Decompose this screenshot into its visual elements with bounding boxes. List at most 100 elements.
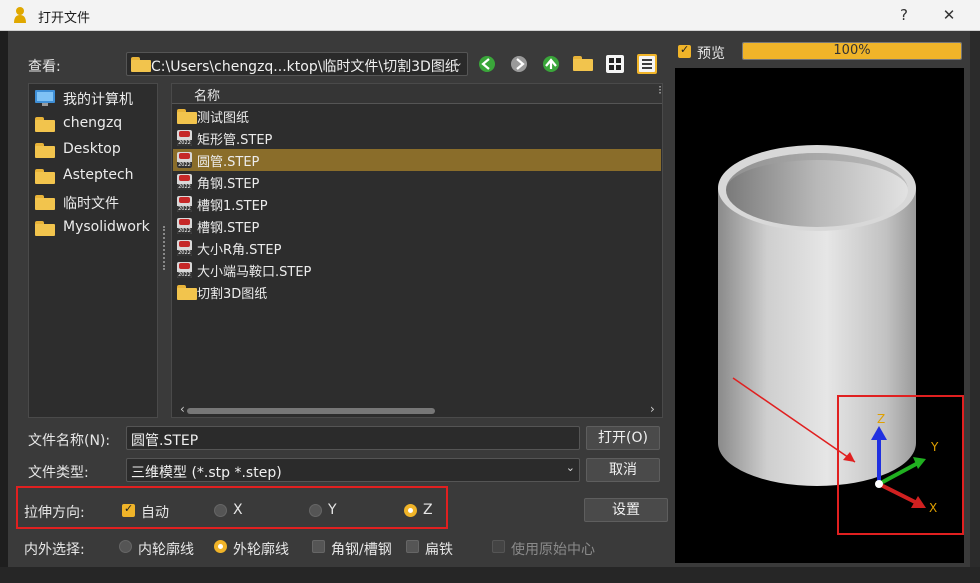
preview-viewport[interactable]: Z Y X (675, 68, 964, 563)
radio-outer[interactable] (214, 540, 227, 553)
radio-inner[interactable] (119, 540, 132, 553)
file-name: 角钢.STEP (197, 177, 260, 192)
file-name: 大小R角.STEP (197, 243, 282, 258)
origin-checkbox[interactable] (492, 540, 505, 553)
flat-checkbox[interactable] (406, 540, 419, 553)
sidebar-item-label: 临时文件 (63, 196, 119, 212)
scroll-left-icon[interactable]: ‹ (180, 402, 185, 416)
column-resize-handle[interactable]: ⁝ (658, 83, 662, 97)
inout-label: 内外选择: (24, 542, 85, 558)
list-item[interactable]: 2022 大小端马鞍口.STEP (173, 259, 661, 281)
radio-x[interactable] (214, 504, 227, 517)
icon-view-icon[interactable] (605, 54, 625, 74)
flat-label: 扁铁 (425, 542, 453, 558)
radio-y[interactable] (309, 504, 322, 517)
file-name: 槽钢.STEP (197, 221, 260, 236)
help-button[interactable]: ? (890, 4, 918, 26)
chevron-down-icon: ⌄ (453, 56, 463, 69)
new-folder-icon[interactable] (573, 56, 593, 76)
list-item[interactable]: 测试图纸 (173, 105, 661, 127)
folder-icon (35, 117, 55, 132)
filetype-label: 文件类型: (28, 465, 89, 481)
folder-icon (35, 169, 55, 184)
list-item-selected[interactable]: 2022 圆管.STEP (173, 149, 661, 171)
up-icon[interactable] (541, 54, 561, 74)
file-name: 圆管.STEP (197, 155, 260, 170)
radio-x-label: X (233, 502, 243, 518)
back-icon[interactable] (477, 54, 497, 74)
sidebar-item-mysolidwork[interactable]: Mysolidwork (33, 217, 155, 241)
sidebar-item-temp[interactable]: 临时文件 (33, 191, 155, 215)
lookin-combo[interactable]: C:\Users\chengzq...ktop\临时文件\切割3D图纸 ⌄ (126, 52, 468, 76)
computer-icon (35, 90, 55, 106)
step-file-icon: 2022 (177, 196, 192, 212)
folder-icon (35, 195, 55, 210)
horizontal-scrollbar[interactable] (187, 408, 435, 414)
list-item[interactable]: 2022 角钢.STEP (173, 171, 661, 193)
cancel-button[interactable]: 取消 (586, 458, 660, 482)
angle-checkbox[interactable] (312, 540, 325, 553)
folder-icon (177, 285, 197, 300)
auto-checkbox[interactable] (122, 502, 135, 517)
list-item[interactable]: 2022 槽钢.STEP (173, 215, 661, 237)
step-file-icon: 2022 (177, 130, 192, 146)
progress-text: 100% (833, 43, 871, 58)
step-file-icon: 2022 (177, 262, 192, 278)
origin-label: 使用原始中心 (511, 542, 595, 558)
folder-icon (177, 109, 197, 124)
sidebar-item-label: Desktop (63, 141, 121, 157)
filetype-combo[interactable]: 三维模型 (*.stp *.step) ⌄ (126, 458, 580, 482)
list-item[interactable]: 2022 矩形管.STEP (173, 127, 661, 149)
auto-label: 自动 (141, 505, 169, 521)
open-button[interactable]: 打开(O) (586, 426, 660, 450)
title-bar: 打开文件 ? ✕ (0, 0, 980, 31)
radio-y-label: Y (328, 502, 337, 518)
column-header[interactable]: 名称 ⁝ (172, 83, 662, 104)
scroll-right-icon[interactable]: › (650, 402, 655, 416)
filetype-value: 三维模型 (*.stp *.step) (131, 465, 282, 481)
step-file-icon: 2022 (177, 152, 192, 168)
axis-highlight (837, 395, 964, 535)
background-strip (0, 567, 980, 583)
sidebar-item-label: Asteptech (63, 167, 134, 183)
preview-label: 预览 (697, 46, 725, 62)
sidebar-item-label: chengzq (63, 115, 123, 131)
step-file-icon: 2022 (177, 174, 192, 190)
app-icon (14, 7, 26, 23)
radio-inner-label: 内轮廓线 (138, 542, 194, 558)
filename-input[interactable]: 圆管.STEP (126, 426, 580, 450)
sidebar-item-chengzq[interactable]: chengzq (33, 113, 155, 137)
sidebar-item-computer[interactable]: 我的计算机 (33, 87, 155, 111)
file-name: 测试图纸 (197, 111, 250, 126)
radio-z-label: Z (423, 502, 433, 518)
progress-bar: 100% (742, 42, 962, 60)
angle-label: 角钢/槽钢 (331, 542, 392, 558)
list-item[interactable]: 2022 大小R角.STEP (173, 237, 661, 259)
stretch-label: 拉伸方向: (24, 505, 85, 521)
file-name: 大小端马鞍口.STEP (197, 265, 312, 280)
forward-icon[interactable] (509, 54, 529, 74)
lookin-path: C:\Users\chengzq...ktop\临时文件\切割3D图纸 (151, 59, 459, 75)
file-name: 槽钢1.STEP (197, 199, 268, 214)
filename-value: 圆管.STEP (131, 433, 199, 449)
close-button[interactable]: ✕ (935, 4, 963, 26)
list-view-icon[interactable] (637, 54, 657, 74)
preview-checkbox[interactable] (678, 43, 691, 58)
radio-outer-label: 外轮廓线 (233, 542, 289, 558)
radio-z[interactable] (404, 504, 417, 517)
window-title: 打开文件 (38, 11, 91, 26)
splitter-handle[interactable] (163, 226, 165, 270)
folder-icon (35, 221, 55, 236)
file-name: 矩形管.STEP (197, 133, 273, 148)
file-name: 切割3D图纸 (197, 287, 268, 302)
background-window (970, 31, 980, 583)
sidebar-item-asteptech[interactable]: Asteptech (33, 165, 155, 189)
sidebar-item-desktop[interactable]: Desktop (33, 139, 155, 163)
list-item[interactable]: 2022 槽钢1.STEP (173, 193, 661, 215)
lookin-label: 查看: (28, 59, 61, 75)
column-header-name: 名称 (194, 89, 221, 104)
list-item[interactable]: 切割3D图纸 (173, 281, 661, 303)
settings-button[interactable]: 设置 (584, 498, 668, 522)
sidebar: 我的计算机 chengzq Desktop Asteptech 临时文件 Mys… (28, 83, 158, 418)
chevron-down-icon: ⌄ (565, 461, 575, 474)
